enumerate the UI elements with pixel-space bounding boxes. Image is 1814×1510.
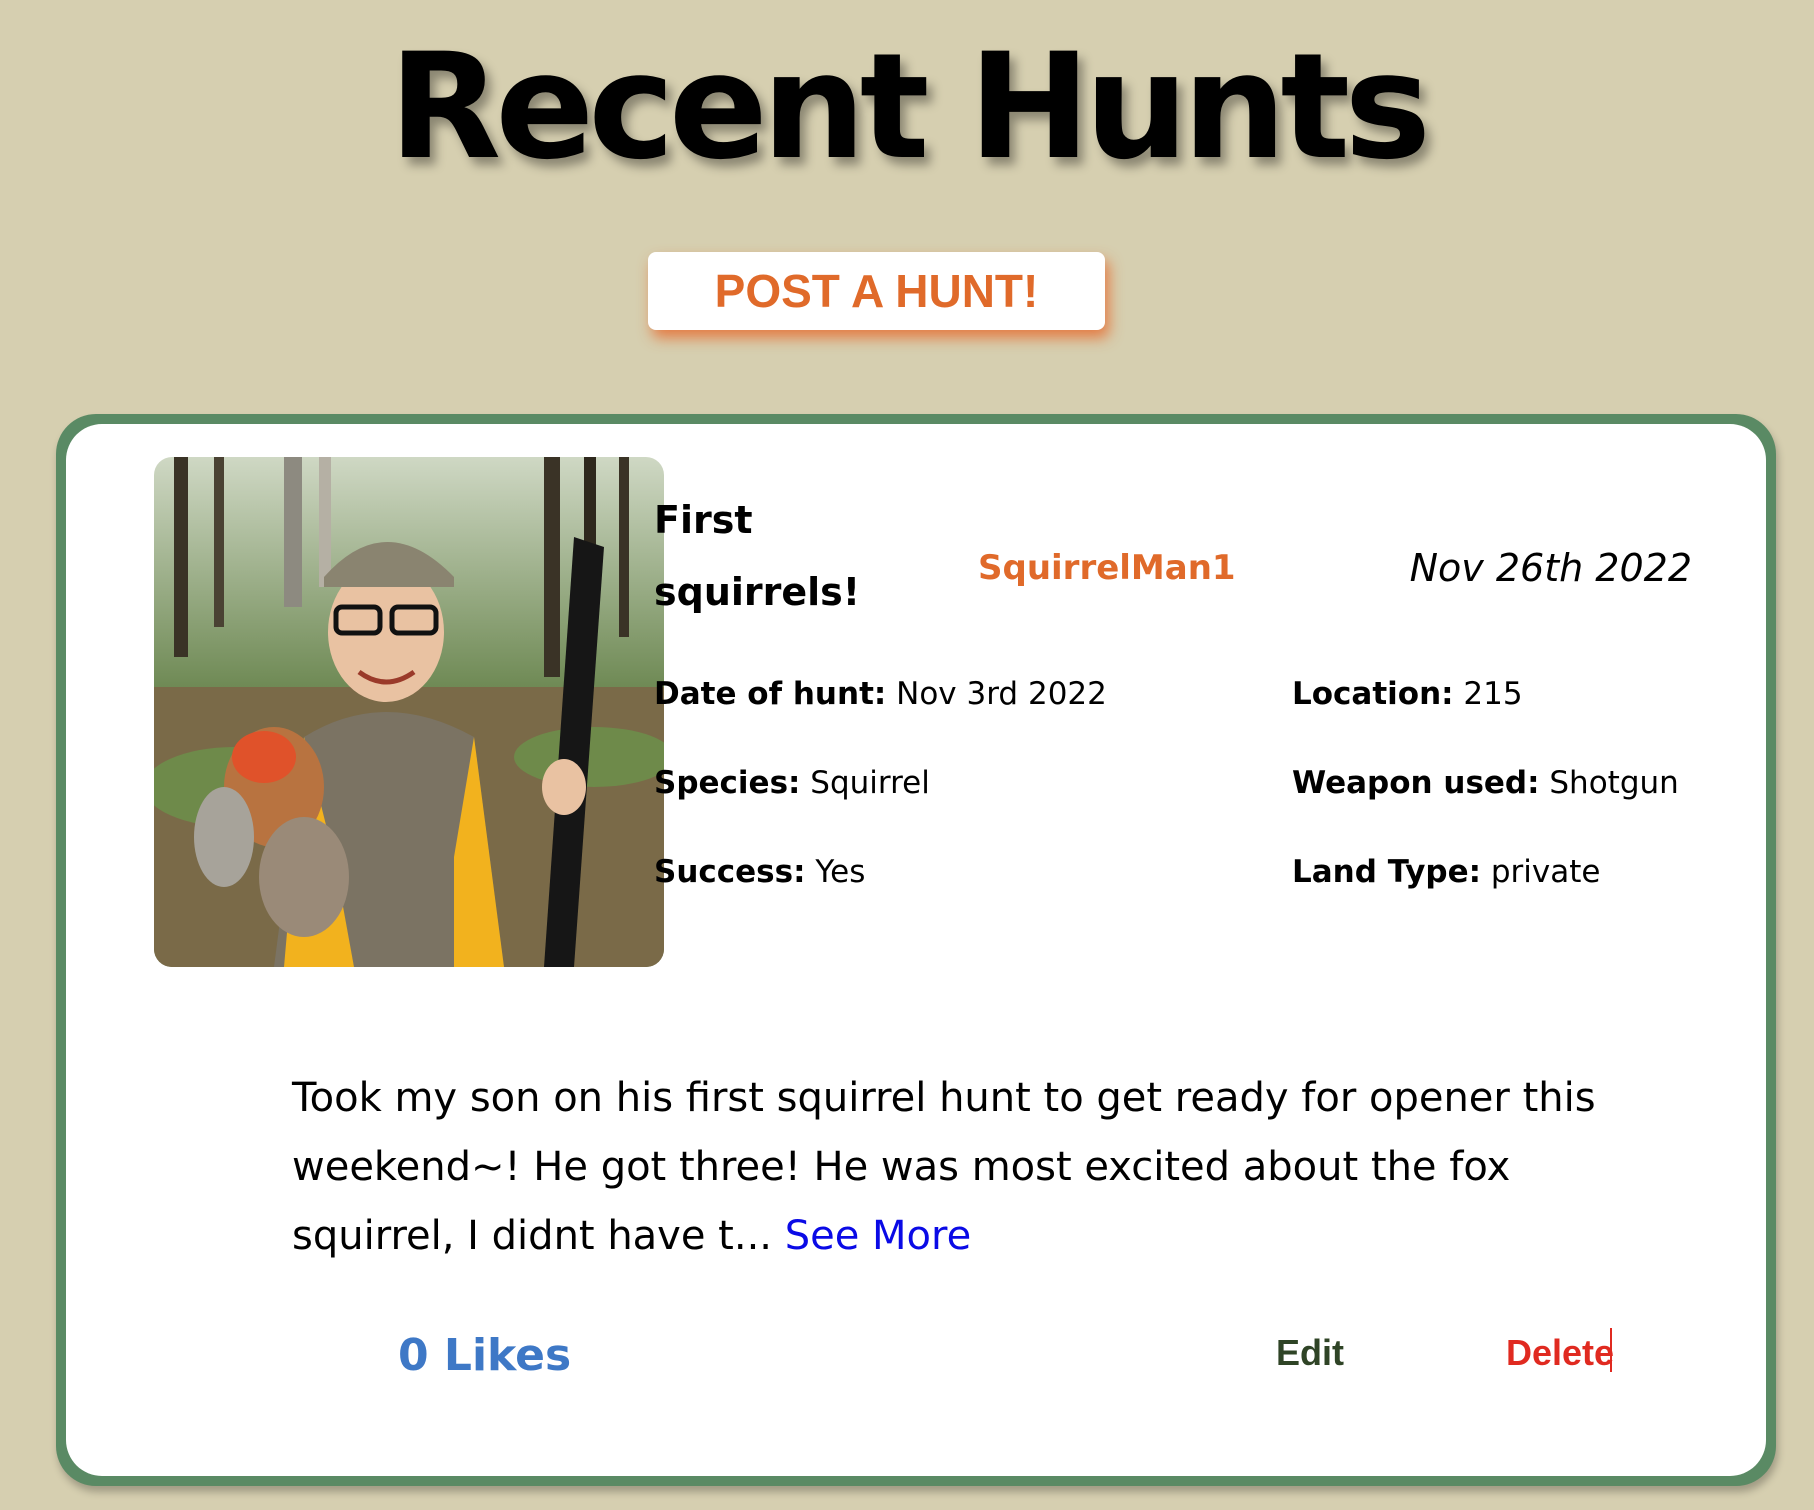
see-more-link[interactable]: See More [785, 1213, 971, 1259]
delete-button[interactable]: Delete [1506, 1332, 1614, 1374]
detail-label: Location: [1292, 676, 1454, 712]
detail-value: Nov 3rd 2022 [896, 676, 1107, 712]
post-a-hunt-button[interactable]: POST A HUNT! [648, 252, 1105, 330]
posted-date: Nov 26th 2022 [1409, 546, 1692, 590]
detail-land-type: Land Type: private [1292, 854, 1600, 890]
detail-label: Weapon used: [1292, 765, 1540, 801]
hunt-title: First squirrels! [654, 498, 861, 614]
detail-value: private [1490, 854, 1601, 890]
hunt-description: Took my son on his first squirrel hunt t… [292, 1064, 1672, 1271]
edit-button[interactable]: Edit [1276, 1332, 1344, 1374]
hunt-card: First squirrels! SquirrelMan1 Nov 26th 2… [56, 414, 1776, 1486]
detail-location: Location: 215 [1292, 676, 1523, 712]
text-cursor [1610, 1328, 1612, 1372]
hunt-card-body: First squirrels! SquirrelMan1 Nov 26th 2… [66, 424, 1766, 1476]
detail-date-of-hunt: Date of hunt: Nov 3rd 2022 [654, 676, 1107, 712]
detail-value: 215 [1463, 676, 1523, 712]
detail-value: Yes [815, 854, 866, 890]
detail-weapon: Weapon used: Shotgun [1292, 765, 1679, 801]
detail-label: Date of hunt: [654, 676, 887, 712]
page-title: Recent Hunts [388, 22, 1431, 192]
detail-label: Success: [654, 854, 806, 890]
hunt-photo-image [154, 457, 664, 967]
author-link[interactable]: SquirrelMan1 [978, 548, 1236, 588]
detail-species: Species: Squirrel [654, 765, 930, 801]
detail-success: Success: Yes [654, 854, 865, 890]
detail-label: Land Type: [1292, 854, 1482, 890]
detail-value: Shotgun [1549, 765, 1679, 801]
detail-label: Species: [654, 765, 801, 801]
hunt-photo[interactable] [154, 457, 664, 967]
likes-button[interactable]: 0 Likes [398, 1330, 571, 1381]
detail-value: Squirrel [810, 765, 930, 801]
